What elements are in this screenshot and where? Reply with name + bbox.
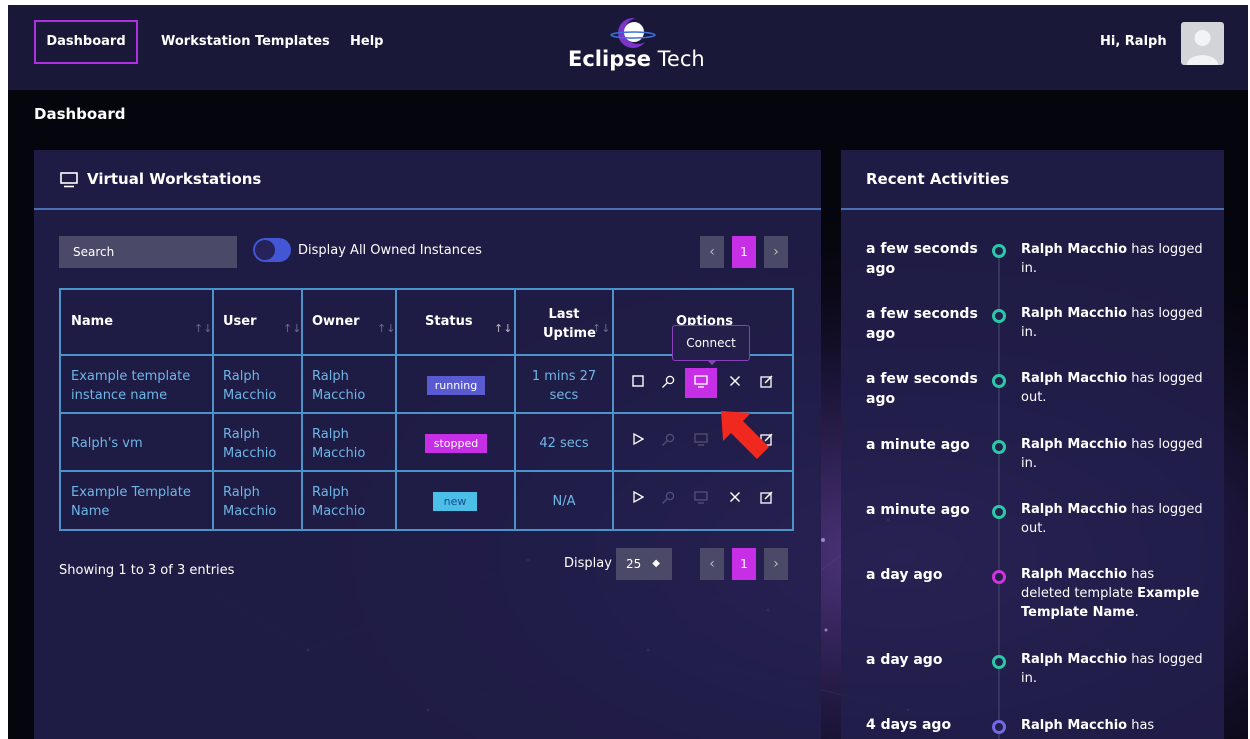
activity-time: a few seconds ago [866, 241, 978, 277]
virtual-workstations-panel: Virtual Workstations Search Display All … [34, 150, 821, 739]
workstation-owner: Ralph Macchio [312, 369, 366, 403]
activity-text: Ralph Macchio has logged in. [1021, 437, 1203, 471]
workstation-name-link[interactable]: Example Template Name [71, 483, 206, 521]
top-pagination: ‹ 1 › [700, 236, 796, 268]
column-header-last-uptime[interactable]: Last Uptime [543, 305, 596, 343]
connect-monitor-icon[interactable] [685, 368, 717, 398]
pointer-arrow-icon [721, 411, 769, 459]
stop-icon[interactable] [625, 368, 651, 398]
display-label: Display [564, 556, 612, 571]
sort-icon[interactable]: ↑↓ [377, 322, 395, 335]
activity-text: Ralph Macchio has deleted template Examp… [1021, 567, 1200, 620]
workstation-user: Ralph Macchio [223, 427, 277, 461]
top-navbar: Dashboard Workstation Templates Help Ecl… [8, 5, 1248, 90]
sort-icon[interactable]: ↑↓ [592, 322, 610, 335]
activity-time: a few seconds ago [866, 306, 978, 342]
activity-dot [992, 505, 1006, 519]
monitor-icon [688, 484, 714, 514]
activity-dot [992, 309, 1006, 323]
panel-header: Virtual Workstations [34, 150, 821, 210]
page-title: Dashboard [34, 105, 126, 123]
workstation-owner: Ralph Macchio [312, 485, 366, 519]
activity-dot [992, 720, 1006, 734]
key-icon [655, 484, 681, 514]
activity-time: 4 days ago [866, 717, 952, 733]
column-header-owner[interactable]: Owner [312, 314, 360, 329]
panel-title: Recent Activities [866, 170, 1010, 188]
page-size-select[interactable]: 25 ◆ [616, 548, 672, 580]
prev-page-button[interactable]: ‹ [700, 548, 724, 580]
close-icon[interactable] [722, 484, 748, 514]
nav-dashboard-link[interactable]: Dashboard [34, 20, 138, 64]
play-icon[interactable] [625, 426, 651, 456]
page-number-button[interactable]: 1 [732, 548, 756, 580]
connect-tooltip: Connect [672, 325, 750, 361]
activity-dot [992, 570, 1006, 584]
user-avatar-icon[interactable] [1181, 22, 1224, 65]
workstation-uptime: N/A [552, 494, 576, 509]
activity-text: Ralph Macchio has logged in. [1021, 242, 1203, 276]
activity-dot [992, 244, 1006, 258]
play-icon[interactable] [625, 484, 651, 514]
nav-help-link[interactable]: Help [350, 20, 383, 64]
close-icon[interactable] [722, 368, 748, 398]
brand-name: Eclipse Tech [568, 47, 705, 71]
next-page-button[interactable]: › [764, 236, 788, 268]
activity-time: a minute ago [866, 437, 970, 453]
activity-dot [992, 374, 1006, 388]
nav-workstation-templates-link[interactable]: Workstation Templates [161, 20, 330, 64]
next-page-button[interactable]: › [764, 548, 788, 580]
panel-title: Virtual Workstations [87, 170, 262, 188]
page-number-button[interactable]: 1 [732, 236, 756, 268]
activity-text: Ralph Macchio has logged out. [1021, 371, 1203, 405]
status-badge-running: running [427, 376, 485, 395]
display-all-toggle[interactable] [253, 238, 291, 262]
key-icon[interactable] [655, 368, 681, 398]
activity-time: a day ago [866, 567, 943, 583]
panel-header: Recent Activities [841, 150, 1224, 210]
activity-time: a minute ago [866, 502, 970, 518]
toggle-label: Display All Owned Instances [298, 243, 482, 258]
activity-text: Ralph Macchio has logged in. [1021, 652, 1203, 686]
workstation-name-link[interactable]: Example template instance name [71, 367, 206, 405]
entries-info: Showing 1 to 3 of 3 entries [59, 563, 235, 578]
column-header-name[interactable]: Name [71, 314, 113, 329]
workstation-user: Ralph Macchio [223, 369, 277, 403]
tooltip-arrow [707, 360, 717, 365]
workstation-uptime: 42 secs [539, 436, 589, 451]
monitor-icon [60, 172, 78, 188]
activity-dot [992, 440, 1006, 454]
sort-icon[interactable]: ↑↓ [494, 322, 512, 335]
status-badge-new: new [433, 492, 477, 511]
activity-text: Ralph Macchio has logged out. [1021, 502, 1203, 536]
workstation-owner: Ralph Macchio [312, 427, 366, 461]
column-header-status[interactable]: Status [425, 314, 473, 329]
sort-icon[interactable]: ↑↓ [283, 322, 301, 335]
key-icon [655, 426, 681, 456]
sort-icon[interactable]: ↑↓ [194, 322, 212, 335]
search-input[interactable]: Search [59, 236, 237, 268]
prev-page-button[interactable]: ‹ [700, 236, 724, 268]
status-badge-stopped: stopped [425, 434, 487, 453]
activity-time: a few seconds ago [866, 371, 978, 407]
monitor-icon [688, 426, 714, 456]
app-window: Dashboard Workstation Templates Help Ecl… [8, 5, 1248, 739]
workstation-name-link[interactable]: Ralph's vm [71, 434, 206, 453]
edit-icon[interactable] [753, 484, 779, 514]
workstation-uptime: 1 mins 27 secs [531, 369, 597, 403]
bottom-pagination: ‹ 1 › [700, 548, 796, 580]
activity-dot [992, 655, 1006, 669]
activity-text: Ralph Macchio has [1021, 718, 1155, 733]
activity-time: a day ago [866, 652, 943, 668]
user-greeting: Hi, Ralph [1100, 34, 1167, 49]
workstation-user: Ralph Macchio [223, 485, 277, 519]
column-header-user[interactable]: User [223, 314, 257, 329]
activity-text: Ralph Macchio has logged in. [1021, 306, 1203, 340]
edit-icon[interactable] [753, 368, 779, 398]
